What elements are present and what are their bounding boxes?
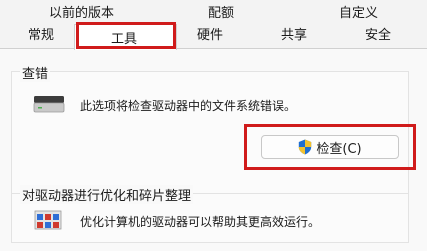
tab-strip: 以前的版本 配额 自定义 常规 硬件 共享 安全	[0, 0, 427, 48]
optimize-heading: 对驱动器进行优化和碎片整理	[20, 185, 194, 204]
optimize-description: 优化计算机的驱动器可以帮助其更高效运行。	[80, 215, 321, 229]
tab-previous-versions[interactable]: 以前的版本	[49, 6, 114, 22]
tab-general[interactable]: 常规	[28, 28, 54, 44]
tab-hardware[interactable]: 硬件	[197, 28, 223, 44]
tab-security[interactable]: 安全	[365, 28, 391, 44]
tab-quota[interactable]: 配额	[208, 6, 234, 22]
error-check-heading: 查错	[20, 63, 51, 82]
drive-icon	[33, 95, 65, 117]
error-check-description: 此选项将检查驱动器中的文件系统错误。	[80, 99, 297, 113]
tab-sharing[interactable]: 共享	[281, 28, 307, 44]
check-button-highlight	[244, 124, 416, 170]
tools-panel: 查错 此选项将检查驱动器中的文件系统错误。 检查(C) 对驱动器进行优化和碎片整…	[0, 48, 427, 251]
tools-tab-highlight	[76, 22, 176, 49]
defrag-icon	[33, 209, 65, 249]
tab-customize[interactable]: 自定义	[339, 6, 378, 22]
